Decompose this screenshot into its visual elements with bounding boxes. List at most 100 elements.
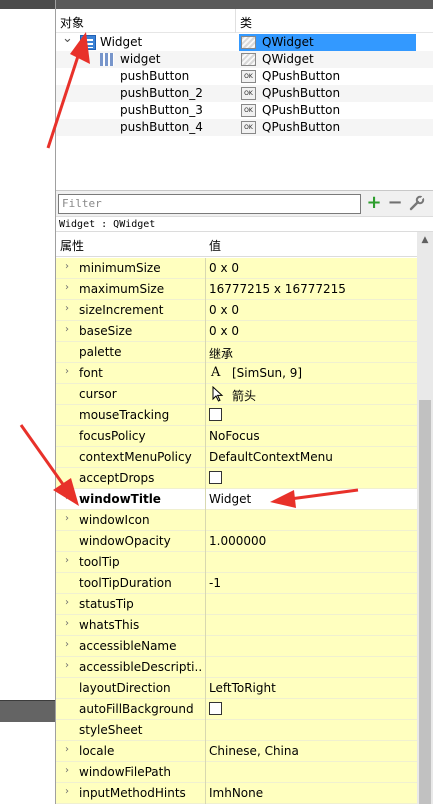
property-value[interactable]: 继承 bbox=[209, 345, 233, 362]
object-inspector: 对象 类 ⌄ Widget QWidget widget QWidget pushButt… bbox=[56, 9, 433, 190]
chevron-right-icon[interactable]: › bbox=[61, 555, 73, 566]
property-row[interactable]: palette 继承 bbox=[56, 342, 417, 363]
object-tree-row[interactable]: widget QWidget bbox=[56, 51, 433, 68]
property-row[interactable]: › statusTip bbox=[56, 594, 417, 615]
property-scrollbar[interactable]: ▲ bbox=[417, 232, 433, 804]
property-row[interactable]: focusPolicy NoFocus bbox=[56, 426, 417, 447]
property-value[interactable]: LeftToRight bbox=[209, 681, 276, 695]
property-checkbox[interactable] bbox=[209, 702, 222, 715]
property-row[interactable]: autoFillBackground bbox=[56, 699, 417, 720]
property-row[interactable]: › accessibleDescripti... bbox=[56, 657, 417, 678]
property-checkbox[interactable] bbox=[209, 408, 222, 421]
property-checkbox[interactable] bbox=[209, 471, 222, 484]
property-value[interactable]: 0 x 0 bbox=[209, 303, 239, 317]
property-row[interactable]: › baseSize 0 x 0 bbox=[56, 321, 417, 342]
object-tree-row[interactable]: pushButton_2 OK QPushButton bbox=[56, 85, 433, 102]
chevron-right-icon[interactable]: › bbox=[61, 765, 73, 776]
property-row[interactable]: › minimumSize 0 x 0 bbox=[56, 258, 417, 279]
property-row[interactable]: › accessibleName bbox=[56, 636, 417, 657]
chevron-right-icon[interactable]: › bbox=[61, 597, 73, 608]
property-value[interactable]: ImhNone bbox=[209, 786, 263, 800]
property-editor-header: 属性 值 bbox=[56, 232, 417, 257]
chevron-right-icon[interactable]: › bbox=[61, 492, 73, 503]
object-tree-row[interactable]: pushButton_4 OK QPushButton bbox=[56, 119, 433, 136]
property-name: cursor bbox=[79, 387, 117, 401]
property-value[interactable]: Widget bbox=[209, 492, 251, 506]
left-splitter-bar[interactable] bbox=[0, 700, 55, 722]
property-row[interactable]: layoutDirection LeftToRight bbox=[56, 678, 417, 699]
add-property-button[interactable]: + bbox=[365, 194, 383, 214]
chevron-right-icon[interactable]: › bbox=[61, 786, 73, 797]
chevron-down-icon[interactable]: ⌄ bbox=[62, 31, 73, 46]
property-row[interactable]: › windowFilePath bbox=[56, 762, 417, 783]
property-value[interactable]: DefaultContextMenu bbox=[209, 450, 333, 464]
property-value[interactable]: NoFocus bbox=[209, 429, 260, 443]
property-value[interactable]: 箭头 bbox=[232, 387, 256, 404]
chevron-right-icon[interactable]: › bbox=[61, 261, 73, 272]
property-row[interactable]: mouseTracking bbox=[56, 405, 417, 426]
chevron-right-icon[interactable]: › bbox=[61, 660, 73, 671]
remove-property-button[interactable]: − bbox=[386, 194, 404, 214]
chevron-right-icon[interactable]: › bbox=[61, 639, 73, 650]
object-class: QPushButton bbox=[262, 69, 341, 83]
property-row[interactable]: › windowIcon bbox=[56, 510, 417, 531]
column-separator bbox=[205, 636, 206, 657]
chevron-right-icon[interactable]: › bbox=[61, 303, 73, 314]
property-row[interactable]: styleSheet bbox=[56, 720, 417, 741]
property-table: › minimumSize 0 x 0 › maximumSize 16777215 x … bbox=[56, 258, 417, 804]
property-row[interactable]: cursor 箭头 bbox=[56, 384, 417, 405]
chevron-right-icon[interactable]: › bbox=[61, 744, 73, 755]
property-value[interactable]: 0 x 0 bbox=[209, 261, 239, 275]
column-separator bbox=[205, 720, 206, 741]
property-value[interactable]: 16777215 x 16777215 bbox=[209, 282, 346, 296]
object-tree-row[interactable]: pushButton OK QPushButton bbox=[56, 68, 433, 85]
property-row[interactable]: › font A [SimSun, 9] bbox=[56, 363, 417, 384]
property-name: locale bbox=[79, 744, 115, 758]
property-row[interactable]: contextMenuPolicy DefaultContextMenu bbox=[56, 447, 417, 468]
property-row[interactable]: windowOpacity 1.000000 bbox=[56, 531, 417, 552]
chevron-right-icon[interactable]: › bbox=[61, 282, 73, 293]
column-separator bbox=[205, 678, 206, 699]
property-value[interactable]: 0 x 0 bbox=[209, 324, 239, 338]
value-column-header[interactable]: 值 bbox=[209, 237, 221, 254]
scroll-up-arrow-icon[interactable]: ▲ bbox=[417, 232, 433, 248]
column-separator bbox=[205, 552, 206, 573]
property-row[interactable]: toolTipDuration -1 bbox=[56, 573, 417, 594]
scrollbar-thumb[interactable] bbox=[419, 400, 431, 804]
property-value[interactable]: 1.000000 bbox=[209, 534, 266, 548]
property-row[interactable]: › inputMethodHints ImhNone bbox=[56, 783, 417, 804]
column-separator bbox=[205, 279, 206, 300]
property-value[interactable]: -1 bbox=[209, 576, 221, 590]
class-column-header[interactable]: 类 bbox=[240, 14, 252, 31]
object-tree-row[interactable]: pushButton_3 OK QPushButton bbox=[56, 102, 433, 119]
chevron-right-icon[interactable]: › bbox=[61, 513, 73, 524]
object-name: Widget bbox=[100, 35, 143, 49]
column-separator bbox=[205, 531, 206, 552]
property-row[interactable]: › sizeIncrement 0 x 0 bbox=[56, 300, 417, 321]
property-column-header[interactable]: 属性 bbox=[60, 237, 84, 254]
object-column-header[interactable]: 对象 bbox=[60, 14, 84, 31]
property-value[interactable]: [SimSun, 9] bbox=[232, 366, 302, 380]
property-name: layoutDirection bbox=[79, 681, 171, 695]
filter-input[interactable]: Filter bbox=[58, 194, 361, 214]
column-separator bbox=[205, 573, 206, 594]
chevron-right-icon[interactable]: › bbox=[61, 618, 73, 629]
column-separator bbox=[205, 258, 206, 279]
property-row[interactable]: › toolTip bbox=[56, 552, 417, 573]
property-row[interactable]: acceptDrops bbox=[56, 468, 417, 489]
property-value[interactable]: Chinese, China bbox=[209, 744, 299, 758]
chevron-right-icon[interactable]: › bbox=[61, 366, 73, 377]
column-separator bbox=[205, 321, 206, 342]
object-tree-row[interactable]: ⌄ Widget QWidget bbox=[56, 31, 433, 51]
property-row[interactable]: › locale Chinese, China bbox=[56, 741, 417, 762]
property-row[interactable]: › whatsThis bbox=[56, 615, 417, 636]
property-name: inputMethodHints bbox=[79, 786, 186, 800]
object-name: widget bbox=[120, 52, 161, 66]
configure-button[interactable] bbox=[408, 194, 426, 214]
property-name: mouseTracking bbox=[79, 408, 170, 422]
column-separator bbox=[205, 468, 206, 489]
property-row[interactable]: › maximumSize 16777215 x 16777215 bbox=[56, 279, 417, 300]
chevron-right-icon[interactable]: › bbox=[61, 324, 73, 335]
object-inspector-header: 对象 类 bbox=[56, 9, 433, 33]
property-row[interactable]: › windowTitle Widget bbox=[56, 489, 417, 510]
